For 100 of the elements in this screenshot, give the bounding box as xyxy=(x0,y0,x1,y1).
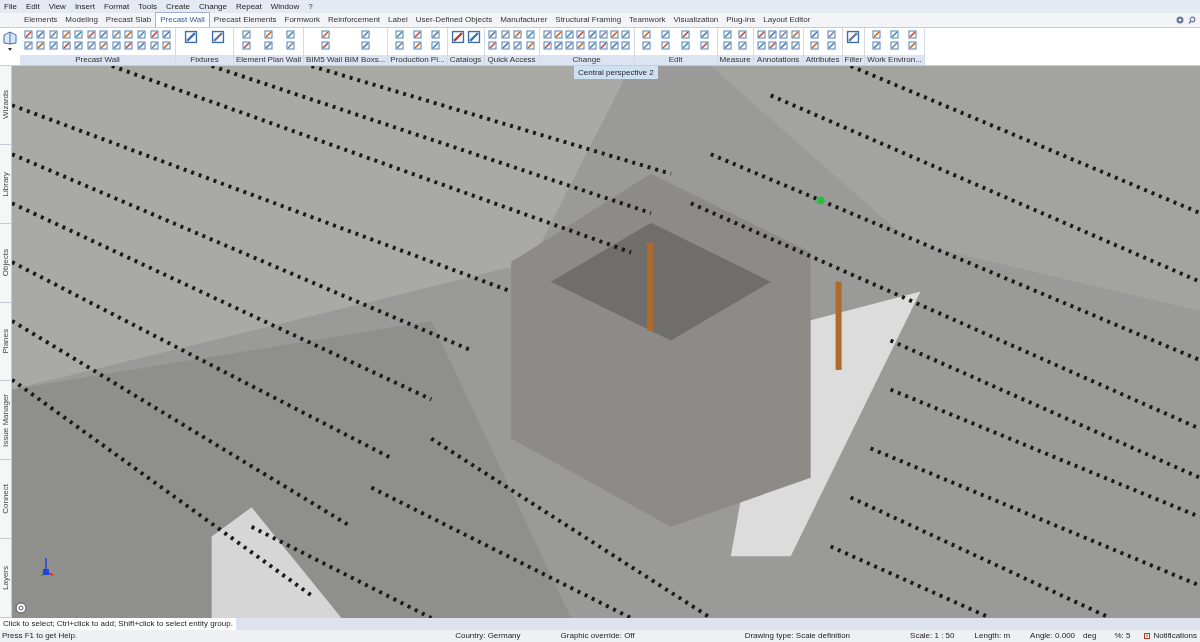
tool-icon[interactable] xyxy=(450,30,465,44)
tool-icon[interactable] xyxy=(565,41,575,50)
tool-icon[interactable] xyxy=(466,30,481,44)
tool-icon[interactable] xyxy=(525,41,535,50)
menu-item[interactable]: Edit xyxy=(25,0,40,13)
tool-icon[interactable] xyxy=(826,41,836,50)
tool-icon[interactable] xyxy=(542,30,552,39)
tool-icon[interactable] xyxy=(111,41,121,50)
ribbon-tab[interactable]: Layout Editor xyxy=(759,12,815,27)
tool-icon[interactable] xyxy=(48,41,58,50)
wall-tool-icon[interactable] xyxy=(3,31,17,45)
tool-icon[interactable] xyxy=(846,30,861,44)
tool-icon[interactable] xyxy=(700,41,710,50)
tool-icon[interactable] xyxy=(621,30,631,39)
side-panel-tab[interactable]: Wizards xyxy=(0,90,12,120)
search-icon[interactable] xyxy=(1188,15,1196,24)
tool-icon[interactable] xyxy=(61,30,71,39)
menu-item[interactable]: Repeat xyxy=(236,0,262,13)
menu-item[interactable]: Create xyxy=(165,0,190,13)
ribbon-tab[interactable]: Plug-ins xyxy=(722,12,760,27)
side-panel-tab[interactable]: Layers xyxy=(0,566,12,591)
tool-icon[interactable] xyxy=(137,30,147,39)
tool-icon[interactable] xyxy=(36,30,46,39)
tool-icon[interactable] xyxy=(36,41,46,50)
tool-icon[interactable] xyxy=(621,41,631,50)
tool-icon[interactable] xyxy=(587,30,597,39)
tool-icon[interactable] xyxy=(610,41,620,50)
ribbon-tab[interactable]: Label xyxy=(384,12,412,27)
tool-icon[interactable] xyxy=(61,41,71,50)
settings-icon[interactable] xyxy=(1176,15,1184,24)
menu-item[interactable]: Insert xyxy=(74,0,95,13)
tool-icon[interactable] xyxy=(162,30,172,39)
menu-item[interactable]: Tools xyxy=(138,0,157,13)
tool-icon[interactable] xyxy=(513,30,523,39)
tool-icon[interactable] xyxy=(738,30,748,39)
tool-icon[interactable] xyxy=(86,41,96,50)
tool-icon[interactable] xyxy=(790,30,800,39)
ribbon-tab[interactable]: User-Defined Objects xyxy=(411,12,497,27)
ribbon-tab[interactable]: Precast Elements xyxy=(209,12,281,27)
tool-icon[interactable] xyxy=(809,41,819,50)
tool-icon[interactable] xyxy=(48,30,58,39)
tool-icon[interactable] xyxy=(431,41,441,50)
tool-icon[interactable] xyxy=(111,30,121,39)
tool-icon[interactable] xyxy=(242,30,252,39)
tool-icon[interactable] xyxy=(738,41,748,50)
tool-icon[interactable] xyxy=(500,41,510,50)
tool-icon[interactable] xyxy=(285,30,295,39)
tool-icon[interactable] xyxy=(321,30,331,39)
tool-icon[interactable] xyxy=(361,41,370,50)
tool-icon[interactable] xyxy=(412,30,422,39)
dropdown-arrow-icon[interactable] xyxy=(8,48,12,51)
ribbon-tab[interactable]: Elements xyxy=(20,12,62,27)
tool-icon[interactable] xyxy=(598,30,608,39)
side-panel-tab[interactable]: Connect xyxy=(0,484,12,515)
tool-icon[interactable] xyxy=(871,41,881,50)
ribbon-tab[interactable]: Manufacturer xyxy=(496,12,552,27)
tool-icon[interactable] xyxy=(242,41,252,50)
tool-icon[interactable] xyxy=(641,30,651,39)
navigation-icon[interactable] xyxy=(15,602,27,614)
menu-item[interactable]: Window xyxy=(270,0,300,13)
tool-icon[interactable] xyxy=(124,30,134,39)
tool-icon[interactable] xyxy=(162,41,172,50)
tool-icon[interactable] xyxy=(99,30,109,39)
ribbon-tab[interactable]: Precast Slab xyxy=(101,12,156,27)
side-panel-tab[interactable]: Objects xyxy=(0,249,12,277)
menu-item[interactable]: ? xyxy=(308,0,313,13)
tool-icon[interactable] xyxy=(722,41,732,50)
tool-icon[interactable] xyxy=(598,41,608,50)
tool-icon[interactable] xyxy=(890,30,900,39)
tool-icon[interactable] xyxy=(680,41,690,50)
menu-item[interactable]: File xyxy=(4,0,17,13)
tool-icon[interactable] xyxy=(321,41,331,50)
tool-icon[interactable] xyxy=(700,30,710,39)
tool-icon[interactable] xyxy=(641,41,651,50)
tool-icon[interactable] xyxy=(680,30,690,39)
tool-icon[interactable] xyxy=(285,41,295,50)
tool-icon[interactable] xyxy=(210,30,225,44)
tool-icon[interactable] xyxy=(871,30,881,39)
side-panel-tab[interactable]: Issue Manager xyxy=(0,393,12,447)
notification-icon[interactable] xyxy=(1144,633,1151,639)
tool-icon[interactable] xyxy=(137,41,147,50)
tool-icon[interactable] xyxy=(890,41,900,50)
tool-icon[interactable] xyxy=(394,30,404,39)
tool-icon[interactable] xyxy=(610,30,620,39)
tool-icon[interactable] xyxy=(661,30,671,39)
tool-icon[interactable] xyxy=(488,30,498,39)
tool-icon[interactable] xyxy=(74,30,84,39)
ribbon-tab[interactable]: Visualization xyxy=(669,12,723,27)
ribbon-tab[interactable]: Formwork xyxy=(280,12,325,27)
tool-icon[interactable] xyxy=(525,30,535,39)
tool-icon[interactable] xyxy=(779,30,789,39)
tool-icon[interactable] xyxy=(86,30,96,39)
tool-icon[interactable] xyxy=(23,30,33,39)
tool-icon[interactable] xyxy=(553,30,563,39)
tool-icon[interactable] xyxy=(488,41,498,50)
tool-icon[interactable] xyxy=(412,41,422,50)
tool-icon[interactable] xyxy=(124,41,134,50)
tool-icon[interactable] xyxy=(790,41,800,50)
menu-item[interactable]: Format xyxy=(103,0,130,13)
tool-icon[interactable] xyxy=(431,30,441,39)
